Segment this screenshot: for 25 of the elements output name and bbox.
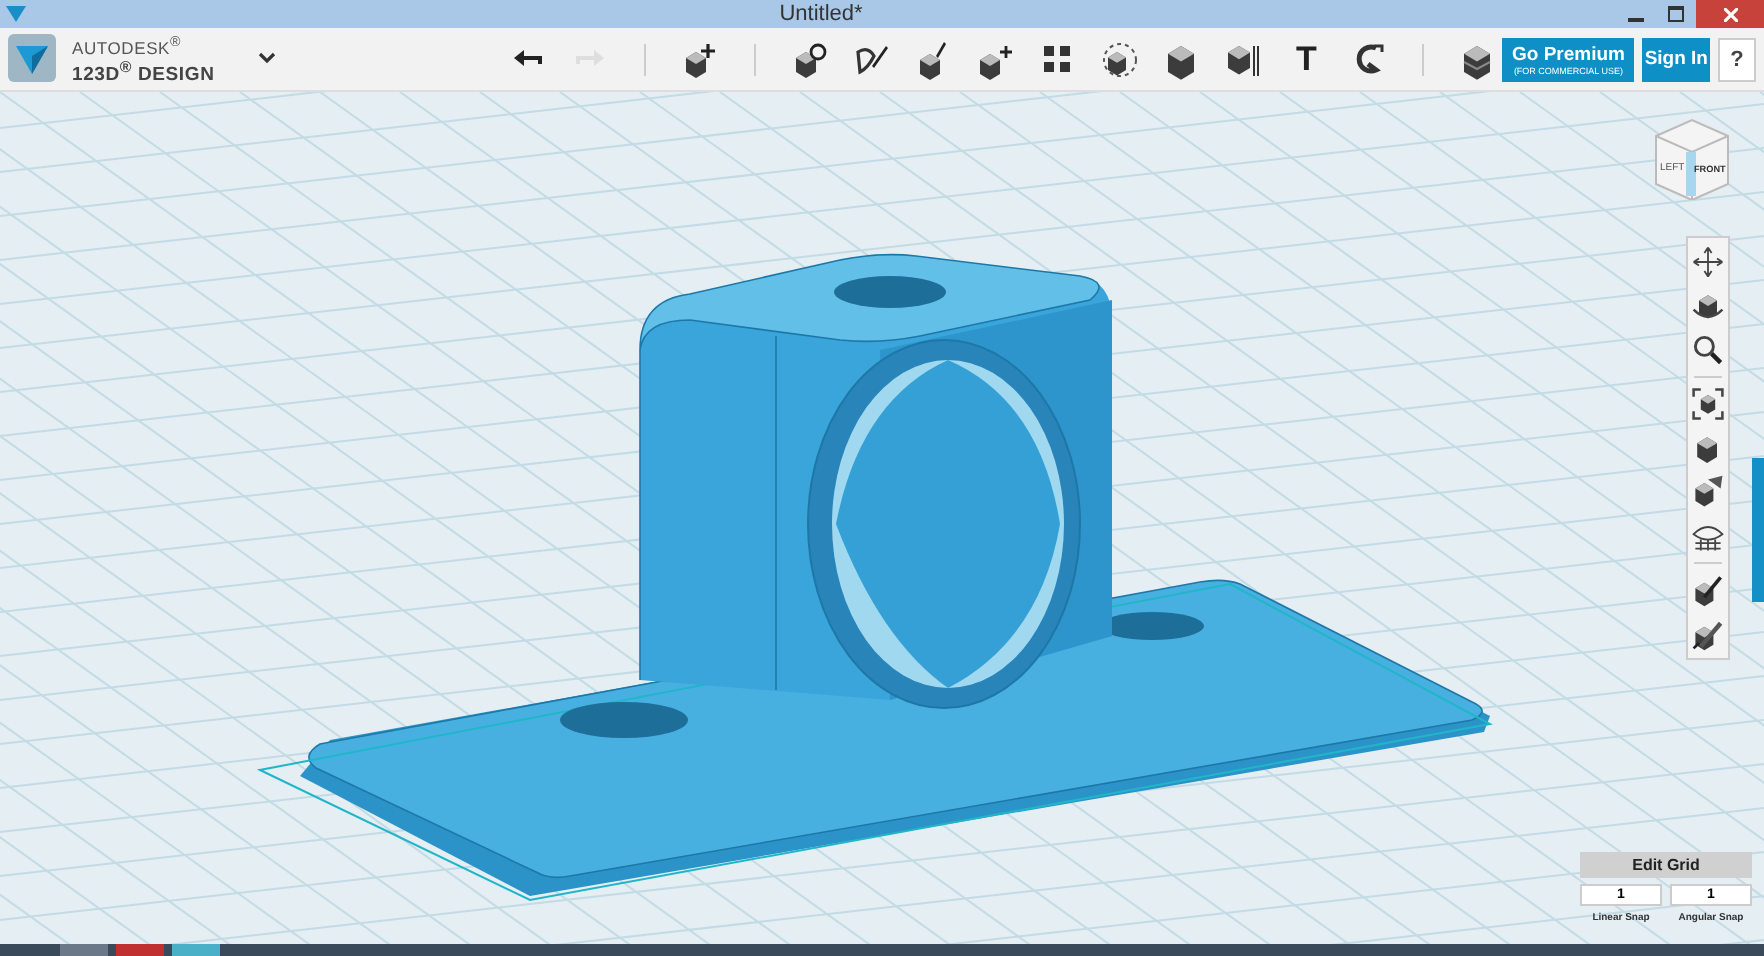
fit-button[interactable] [1690,386,1726,422]
edit-grid-button[interactable]: Edit Grid [1580,852,1752,878]
app-logo-icon [6,6,26,22]
cube-dotted-icon [1100,39,1141,79]
sign-in-button[interactable]: Sign In [1642,37,1711,81]
fit-cube-icon [1690,386,1726,422]
shaded-cube-icon [1690,474,1726,510]
move-arrows-icon [1690,244,1726,280]
pan-button[interactable] [1690,244,1726,280]
magnifier-icon [1690,332,1726,368]
close-button[interactable] [1696,0,1764,28]
brand-name: AUTODESK$^{®}$ 123D$^{®}$ DESIGN [72,32,215,86]
cube-sketch-icon [790,39,831,79]
shading-button[interactable] [1690,474,1726,510]
help-button[interactable]: ? [1718,37,1756,81]
chevron-down-icon[interactable] [258,52,277,65]
bracket-model-drawing[interactable] [256,253,1493,902]
logo-icon [8,34,56,83]
close-icon [1723,7,1737,21]
window-title: Untitled* [777,0,865,28]
zoom-button[interactable] [1690,332,1726,368]
panel-handle[interactable] [1752,458,1764,602]
cube-plus-icon [680,39,721,79]
maximize-icon [1668,6,1684,22]
text-tool-button[interactable]: T [1282,35,1331,83]
